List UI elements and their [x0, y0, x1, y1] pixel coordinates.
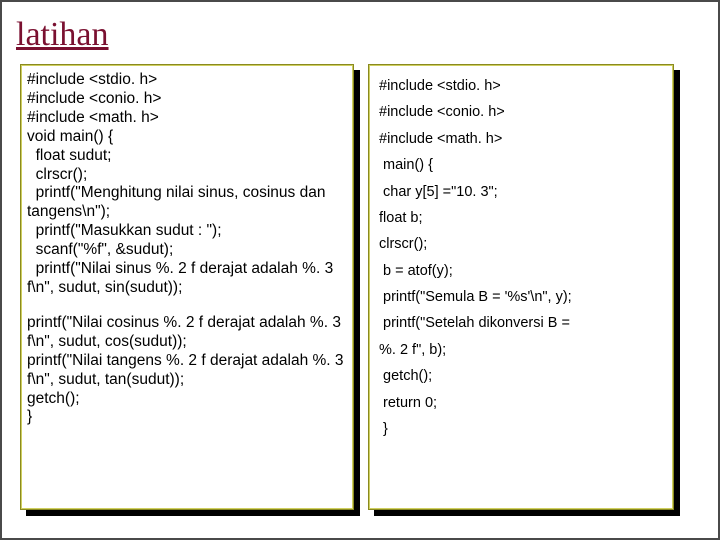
- right-code-block: #include <stdio. h> #include <conio. h> …: [379, 73, 663, 442]
- left-panel-wrap: #include <stdio. h> #include <conio. h> …: [20, 64, 354, 510]
- columns: #include <stdio. h> #include <conio. h> …: [20, 64, 700, 510]
- left-code-block-1: #include <stdio. h> #include <conio. h> …: [27, 71, 345, 298]
- right-panel-wrap: #include <stdio. h> #include <conio. h> …: [368, 64, 674, 510]
- left-code-block-2: printf("Nilai cosinus %. 2 f derajat ada…: [27, 314, 345, 427]
- slide-title: latihan: [16, 16, 700, 54]
- left-code-gap: [27, 298, 345, 314]
- slide: latihan #include <stdio. h> #include <co…: [0, 0, 720, 540]
- left-panel: #include <stdio. h> #include <conio. h> …: [20, 64, 354, 510]
- right-panel: #include <stdio. h> #include <conio. h> …: [368, 64, 674, 510]
